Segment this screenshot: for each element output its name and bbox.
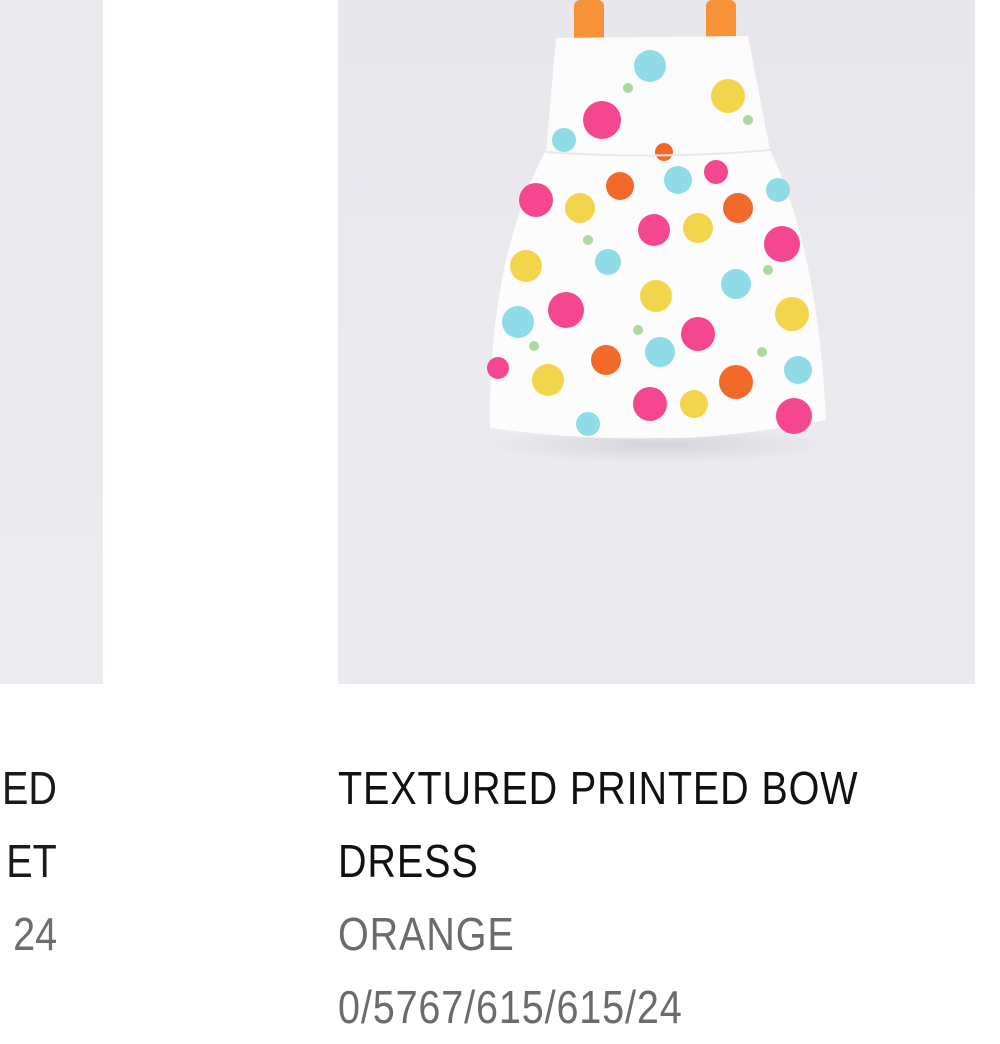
strap-left [574, 0, 604, 42]
product-image-right[interactable] [338, 0, 975, 684]
product-reference: 0/5767/615/615/24 [338, 981, 683, 1033]
product-info-right[interactable]: TEXTURED PRINTED BOW DRESS ORANGE 0/5767… [338, 752, 978, 1044]
strap-right [706, 0, 736, 42]
product-color: ORANGE [338, 908, 515, 960]
product-info-left[interactable]: ED ET 24 [0, 752, 103, 971]
product-price-left: 24 [12, 908, 57, 960]
product-name[interactable]: TEXTURED PRINTED BOW DRESS [338, 752, 974, 898]
product-name-left-line-2: ET [6, 835, 57, 887]
product-image-left[interactable] [0, 0, 103, 684]
product-name-left-line-1: ED [2, 762, 57, 814]
floral-dress-image [487, 0, 828, 463]
